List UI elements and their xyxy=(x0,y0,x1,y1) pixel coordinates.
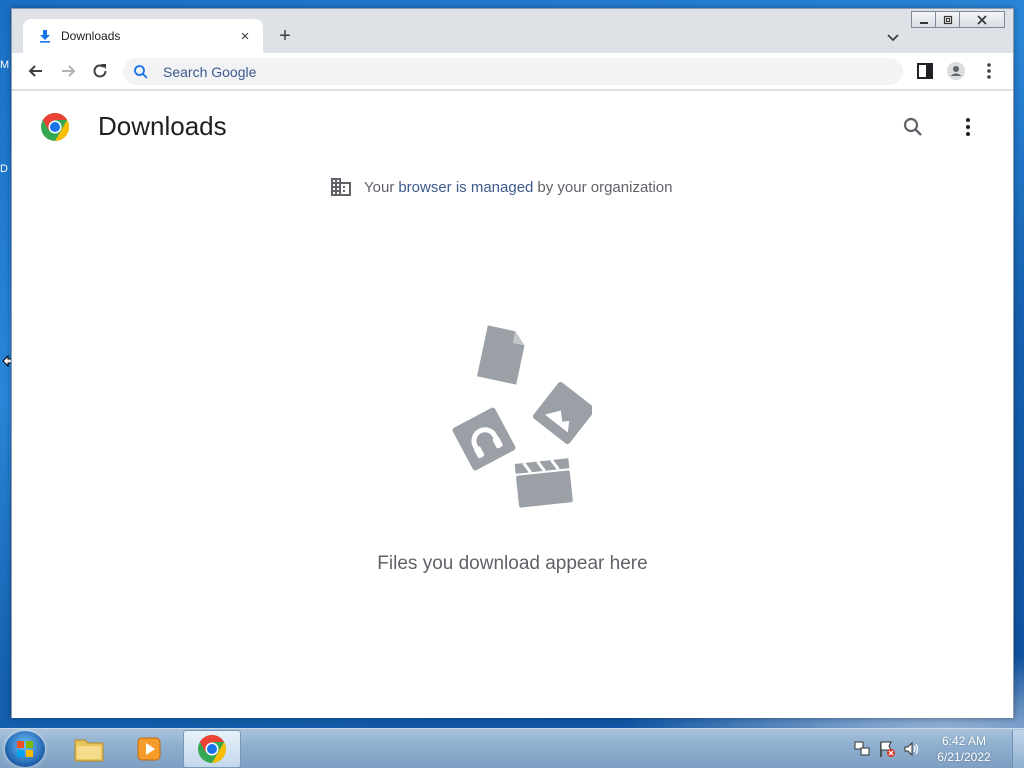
profile-avatar-icon[interactable] xyxy=(946,61,966,81)
more-actions-icon[interactable] xyxy=(957,116,979,138)
address-input[interactable] xyxy=(163,63,763,80)
taskbar: 6:42 AM 6/21/2022 xyxy=(0,728,1024,768)
close-window-button[interactable] xyxy=(959,11,1005,28)
browser-window: Downloads × + Search Google Downloads Yo… xyxy=(11,8,1014,718)
taskbar-chrome-button[interactable] xyxy=(183,730,241,768)
managed-suffix: by your organization xyxy=(537,178,673,196)
empty-state-message: Files you download appear here xyxy=(377,553,648,574)
maximize-icon xyxy=(943,15,952,24)
minimize-button[interactable] xyxy=(911,11,936,28)
side-panel-icon[interactable] xyxy=(915,61,935,81)
browser-toolbar xyxy=(12,53,1013,90)
window-caption-buttons xyxy=(911,11,1005,28)
managed-notice: Your browser is managed by your organiza… xyxy=(330,177,672,197)
minimize-icon xyxy=(919,21,928,24)
back-arrow-icon[interactable] xyxy=(26,61,46,81)
reload-icon[interactable] xyxy=(90,61,110,81)
empty-downloads-illustration xyxy=(452,325,592,508)
network-icon[interactable] xyxy=(853,740,871,758)
start-button[interactable] xyxy=(5,731,45,767)
chrome-logo-icon xyxy=(41,113,69,141)
desktop-icon-label-fragment[interactable]: D xyxy=(0,163,8,175)
clock-date: 6/21/2022 xyxy=(937,750,991,764)
tab-downloads[interactable]: Downloads × xyxy=(23,19,263,53)
search-icon xyxy=(134,64,148,79)
tab-close-icon[interactable]: × xyxy=(237,28,253,45)
audio-file-icon xyxy=(452,407,516,471)
file-document-icon xyxy=(477,325,525,385)
taskbar-clock[interactable]: 6:42 AM 6/21/2022 xyxy=(928,733,1000,765)
image-file-icon xyxy=(532,381,592,445)
download-icon xyxy=(40,30,50,43)
taskbar-media-player-button[interactable] xyxy=(120,730,178,768)
system-tray: 6:42 AM 6/21/2022 xyxy=(853,729,1024,768)
action-center-flag-icon[interactable] xyxy=(878,740,896,758)
managed-link[interactable]: browser is managed xyxy=(398,179,533,196)
page-title: Downloads xyxy=(98,111,227,141)
media-player-icon xyxy=(137,737,161,761)
video-file-icon xyxy=(514,458,573,508)
show-desktop-button[interactable] xyxy=(1012,730,1024,768)
clock-time: 6:42 AM xyxy=(941,734,987,748)
close-icon xyxy=(977,14,987,25)
tab-search-chevron-icon[interactable] xyxy=(885,29,901,45)
new-tab-button[interactable]: + xyxy=(274,26,296,48)
tab-strip: Downloads × + xyxy=(12,9,1013,53)
folder-icon xyxy=(74,739,104,762)
managed-prefix: Your xyxy=(364,178,395,196)
building-icon xyxy=(331,178,351,196)
search-downloads-icon[interactable] xyxy=(902,116,924,138)
volume-icon[interactable] xyxy=(903,740,921,758)
maximize-button[interactable] xyxy=(935,11,960,28)
tab-title: Downloads xyxy=(61,29,121,43)
downloads-page: Downloads Your browser is managed by you… xyxy=(12,91,1013,718)
desktop-icon-label-fragment[interactable]: M xyxy=(0,59,9,71)
windows-logo-icon xyxy=(17,741,33,757)
taskbar-explorer-button[interactable] xyxy=(60,730,118,768)
chrome-icon xyxy=(198,735,226,763)
forward-arrow-icon[interactable] xyxy=(58,61,78,81)
address-bar[interactable] xyxy=(123,58,903,85)
browser-menu-icon[interactable] xyxy=(979,61,999,81)
